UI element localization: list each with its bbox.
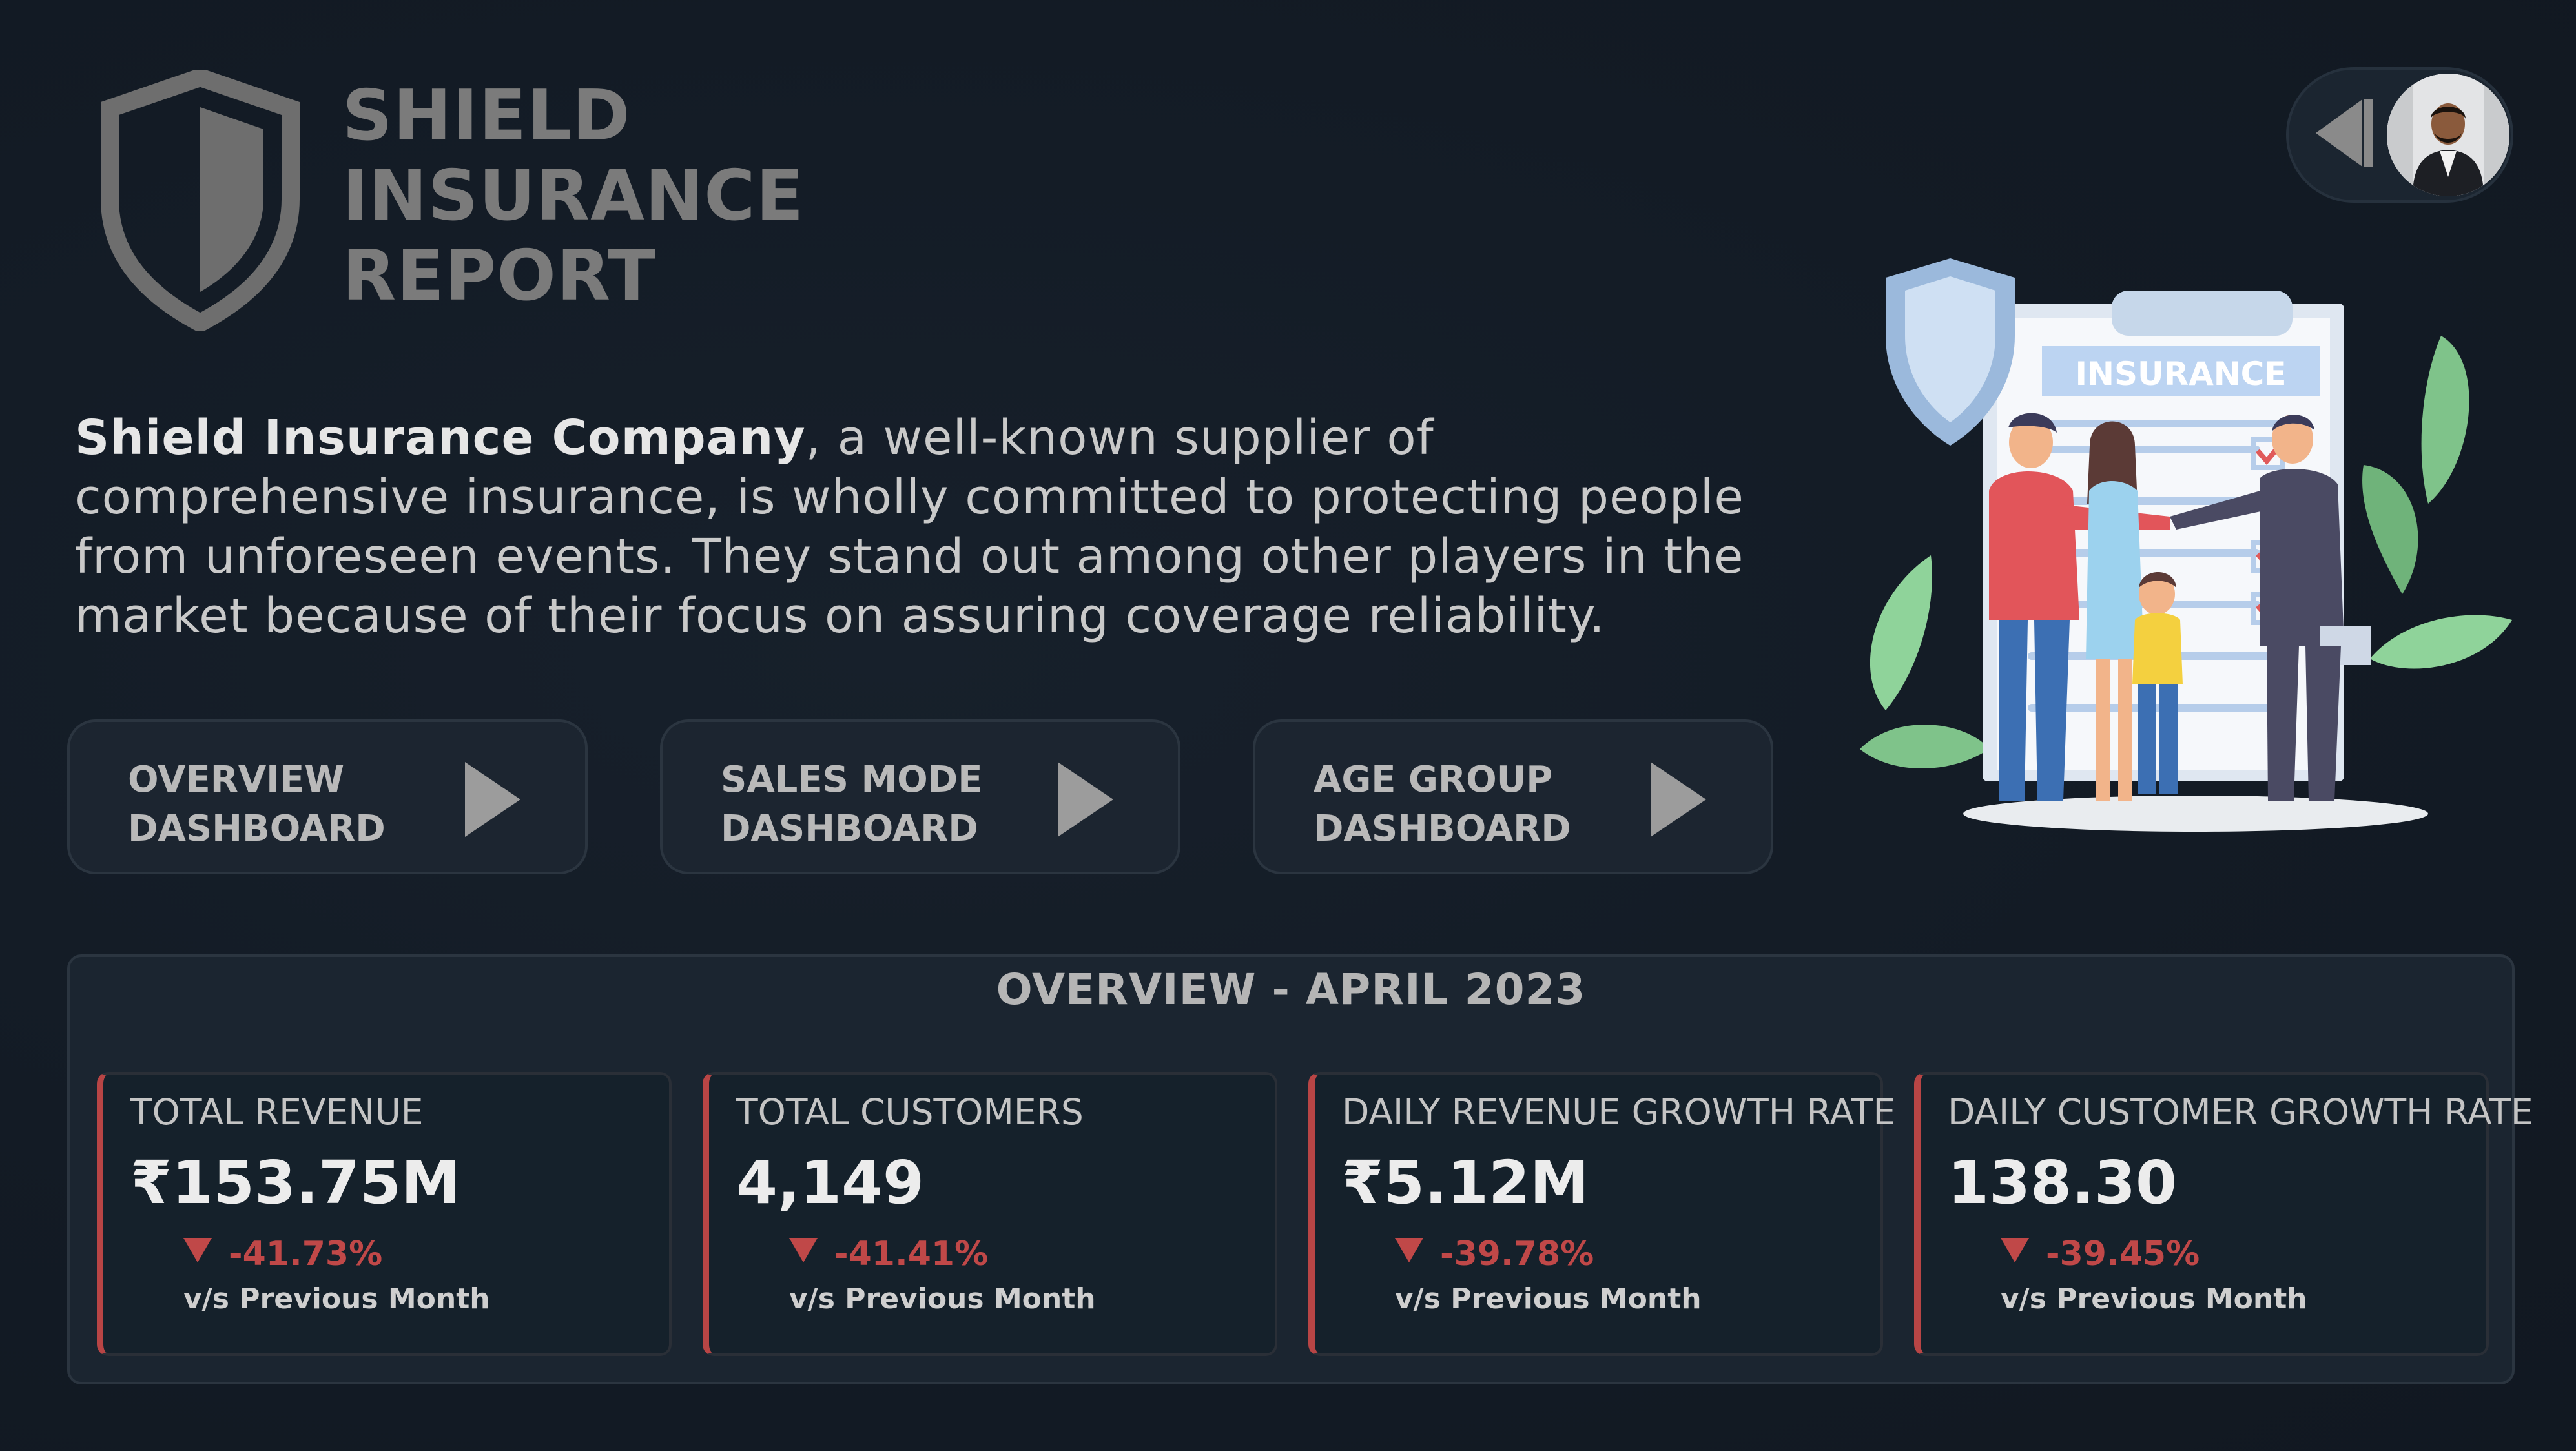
kpi-card-daily-revenue-growth: DAILY REVENUE GROWTH RATE ₹5.12M -39.78%… bbox=[1308, 1072, 1895, 1356]
play-icon bbox=[1651, 762, 1706, 837]
company-description: Shield Insurance Company, a well-known s… bbox=[75, 408, 1819, 646]
kpi-change-value: -41.41% bbox=[834, 1235, 989, 1273]
report-title: SHIELD INSURANCE REPORT bbox=[342, 76, 804, 316]
sales-mode-dashboard-button[interactable]: SALES MODE DASHBOARD bbox=[660, 719, 1180, 874]
kpi-change: -39.78% bbox=[1395, 1235, 1594, 1273]
nav-button-label: OVERVIEW DASHBOARD bbox=[128, 759, 386, 850]
kpi-card-total-revenue: TOTAL REVENUE ₹153.75M -41.73% v/s Previ… bbox=[97, 1072, 672, 1356]
kpi-value: ₹153.75M bbox=[130, 1148, 460, 1217]
kpi-comparison: v/s Previous Month bbox=[2001, 1282, 2307, 1315]
kpi-value: ₹5.12M bbox=[1342, 1148, 1589, 1217]
nav-button-label: AGE GROUP DASHBOARD bbox=[1314, 759, 1571, 850]
kpi-value: 138.30 bbox=[1948, 1148, 2178, 1217]
clipboard-title: INSURANCE bbox=[2076, 355, 2287, 393]
avatar bbox=[2387, 74, 2509, 196]
back-arrow-bar bbox=[2364, 99, 2373, 167]
down-triangle-icon bbox=[789, 1238, 818, 1262]
down-triangle-icon bbox=[2001, 1238, 2029, 1262]
kpi-title: DAILY REVENUE GROWTH RATE bbox=[1342, 1091, 1896, 1133]
overview-title: OVERVIEW - APRIL 2023 bbox=[996, 965, 1586, 1014]
kpi-change-value: -39.78% bbox=[1440, 1235, 1594, 1273]
down-triangle-icon bbox=[183, 1238, 212, 1262]
play-icon bbox=[465, 762, 520, 837]
kpi-comparison: v/s Previous Month bbox=[789, 1282, 1096, 1315]
insurance-illustration: INSURANCE bbox=[1860, 258, 2512, 832]
kpi-title: DAILY CUSTOMER GROWTH RATE bbox=[1948, 1091, 2533, 1133]
kpi-value: 4,149 bbox=[736, 1148, 925, 1217]
kpi-change: -39.45% bbox=[2001, 1235, 2200, 1273]
kpi-title: TOTAL REVENUE bbox=[130, 1091, 424, 1133]
nav-button-label: SALES MODE DASHBOARD bbox=[721, 759, 983, 850]
kpi-change-value: -41.73% bbox=[229, 1235, 383, 1273]
down-triangle-icon bbox=[1395, 1238, 1423, 1262]
age-group-dashboard-button[interactable]: AGE GROUP DASHBOARD bbox=[1253, 719, 1773, 874]
kpi-change: -41.73% bbox=[183, 1235, 382, 1273]
kpi-card-daily-customer-growth: DAILY CUSTOMER GROWTH RATE 138.30 -39.45… bbox=[1914, 1072, 2533, 1356]
kpi-title: TOTAL CUSTOMERS bbox=[736, 1091, 1084, 1133]
kpi-change: -41.41% bbox=[789, 1235, 988, 1273]
title-line: REPORT bbox=[342, 236, 656, 316]
kpi-card-total-customers: TOTAL CUSTOMERS 4,149 -41.41% v/s Previo… bbox=[703, 1072, 1277, 1356]
kpi-change-value: -39.45% bbox=[2046, 1235, 2200, 1273]
kpi-comparison: v/s Previous Month bbox=[183, 1282, 490, 1315]
title-line: INSURANCE bbox=[342, 156, 805, 236]
play-icon bbox=[1058, 762, 1113, 837]
kpi-comparison: v/s Previous Month bbox=[1395, 1282, 1702, 1315]
back-arrow-icon[interactable] bbox=[2316, 99, 2362, 167]
shield-logo-icon bbox=[101, 70, 300, 331]
title-line: SHIELD bbox=[342, 76, 631, 156]
overview-dashboard-button[interactable]: OVERVIEW DASHBOARD bbox=[67, 719, 588, 874]
company-name: Shield Insurance Company bbox=[75, 410, 806, 466]
